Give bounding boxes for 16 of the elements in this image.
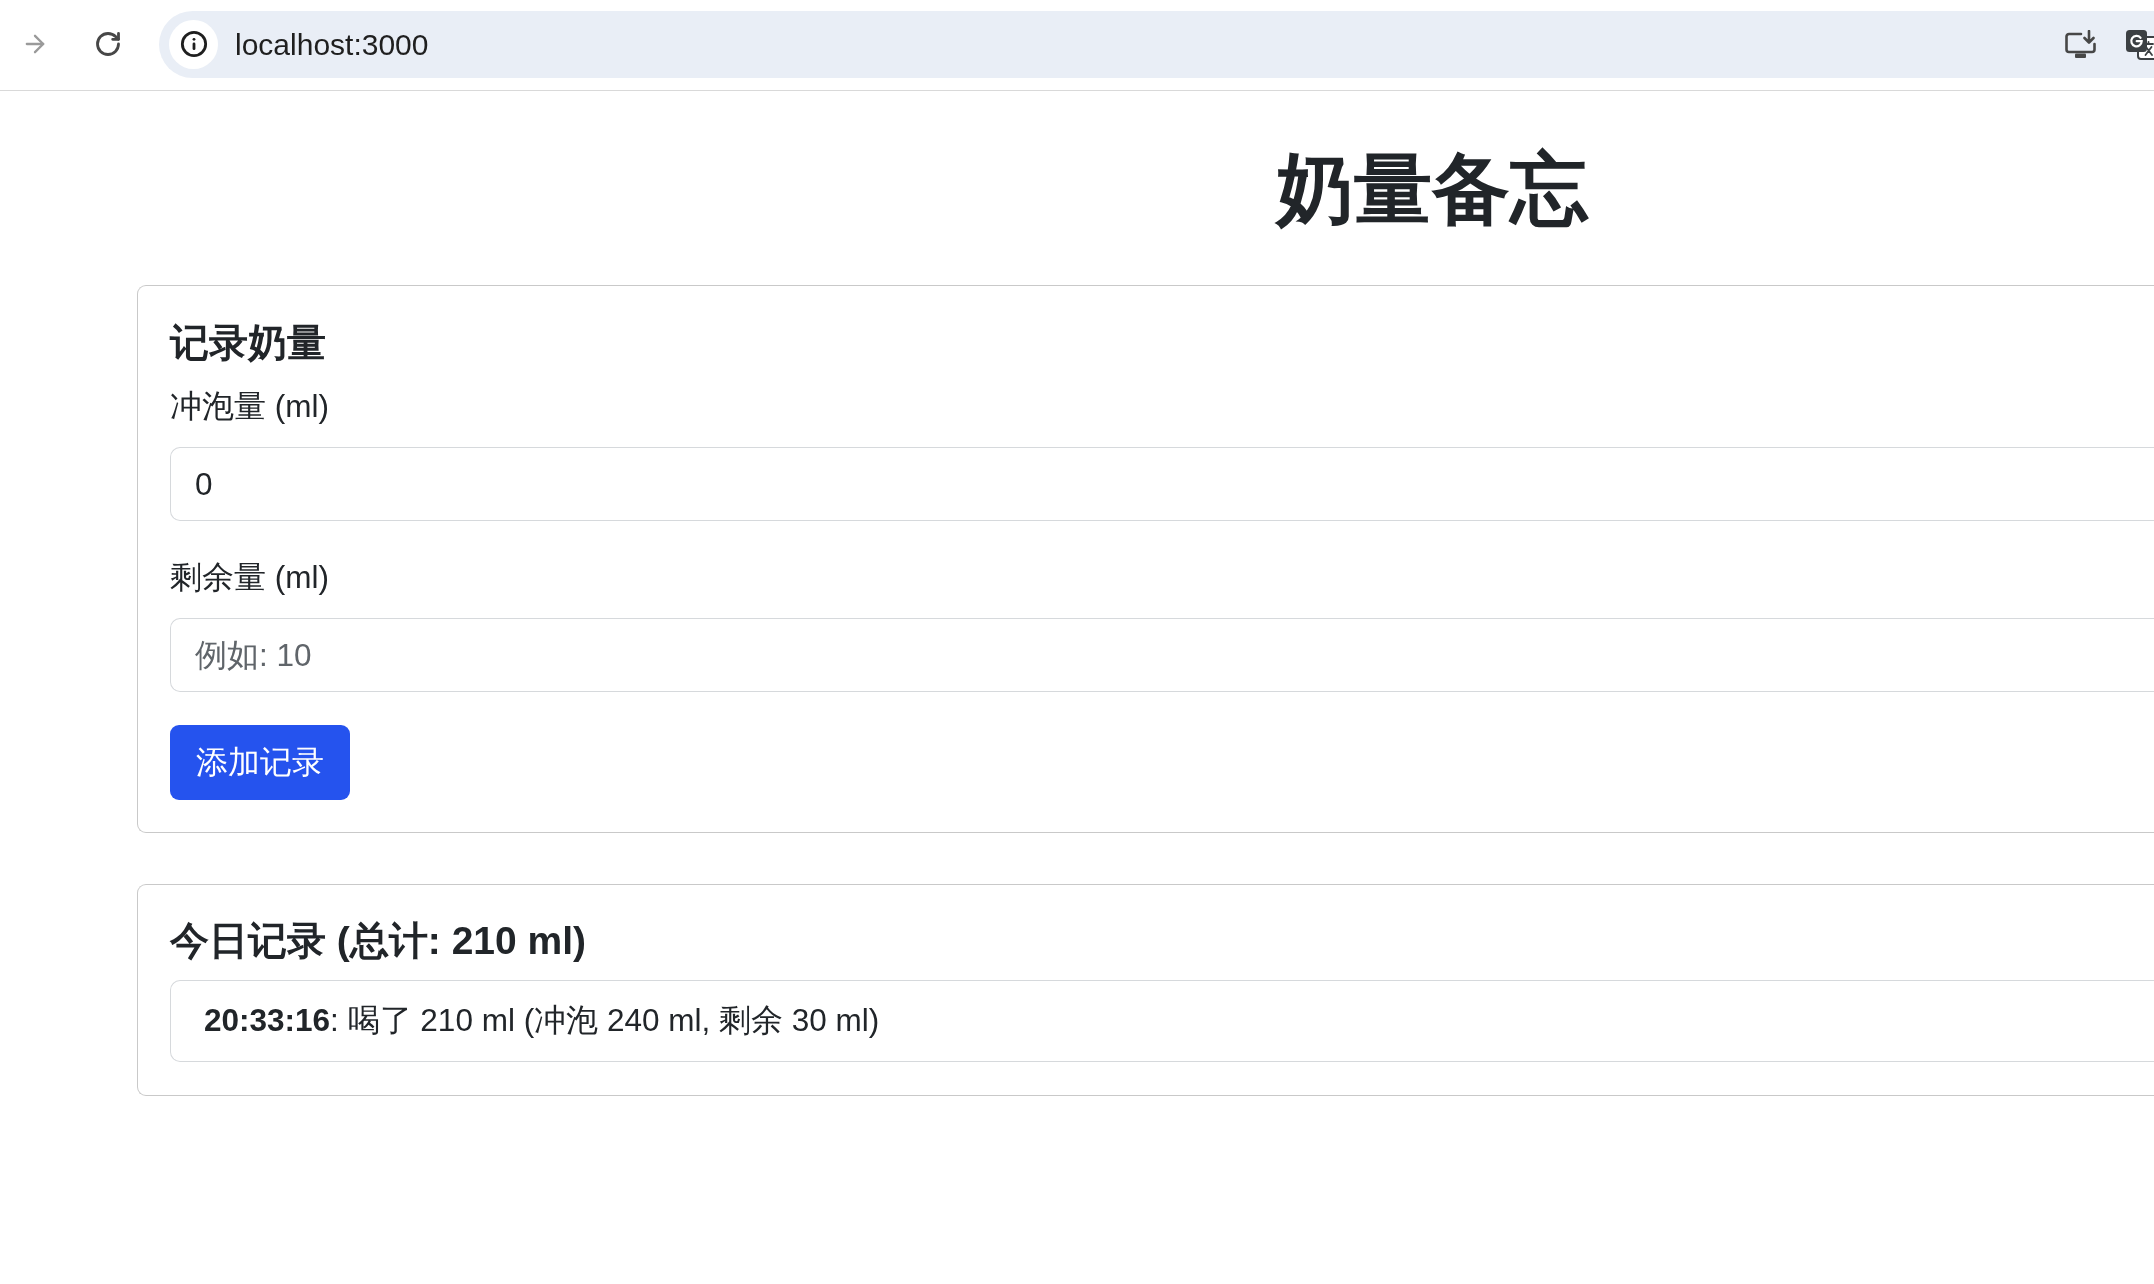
card-heading: 记录奶量	[170, 320, 327, 366]
translate-icon[interactable]	[2126, 27, 2154, 61]
reload-icon	[94, 30, 122, 58]
info-icon	[179, 30, 208, 58]
field-label: 冲泡量 (ml)	[170, 387, 330, 426]
page-title: 奶量备忘	[1276, 144, 1588, 235]
record-item: 20:33:16: 喝了 210 ml (冲泡 240 ml, 剩余 30 ml)	[170, 980, 2154, 1062]
number-input[interactable]: 0	[170, 447, 2154, 521]
add-record-button[interactable]: 添加记录	[170, 725, 350, 800]
card-heading: 今日记录 (总计: 210 ml)	[170, 918, 588, 964]
monitor-download-icon[interactable]	[2064, 29, 2097, 59]
url-text[interactable]: localhost:3000	[235, 21, 429, 67]
field-label: 剩余量 (ml)	[170, 558, 330, 597]
number-input[interactable]: 例如: 10	[170, 618, 2154, 692]
site-info-button[interactable]	[169, 19, 218, 69]
address-bar[interactable]: localhost:3000	[159, 10, 2154, 78]
